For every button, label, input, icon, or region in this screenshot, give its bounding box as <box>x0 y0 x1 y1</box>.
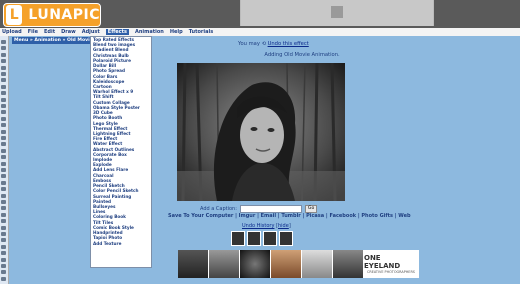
tool-icon[interactable] <box>1 212 6 217</box>
save-share-links[interactable]: Save To Your Computer | Imgur | Email | … <box>168 213 411 219</box>
tool-icon[interactable] <box>1 187 6 192</box>
tool-icon[interactable] <box>1 206 6 211</box>
one-eyeland-logo[interactable]: ONE EYELAND CREATIVE PHOTOGRAPHERS <box>364 250 419 278</box>
edited-photo[interactable] <box>177 63 345 201</box>
progress-message: Adding Old Movie Animation. <box>264 52 340 58</box>
tool-icon[interactable] <box>1 136 6 140</box>
caption-label: Add a Caption: <box>200 206 237 212</box>
tool-icon[interactable] <box>1 193 6 198</box>
tool-icon[interactable] <box>1 72 6 76</box>
ad-photo[interactable] <box>271 250 302 278</box>
tool-icon[interactable] <box>1 142 6 147</box>
menu-tutorials[interactable]: Tutorials <box>189 29 214 35</box>
menu-effects[interactable]: Effects <box>105 29 129 35</box>
tool-icon[interactable] <box>1 219 6 224</box>
menu-edit[interactable]: Edit <box>44 29 55 35</box>
ad-photo[interactable] <box>178 250 209 278</box>
ad-photo-strip: ONE EYELAND CREATIVE PHOTOGRAPHERS <box>178 250 419 278</box>
history-thumb[interactable] <box>231 231 245 246</box>
effects-dropdown-menu: Top Rated Effects Blend two images Gradien… <box>90 36 152 268</box>
tool-icon[interactable] <box>1 59 6 64</box>
eyeland-title: ONE EYELAND <box>364 254 401 270</box>
menu-animation[interactable]: Animation <box>135 29 164 35</box>
history-thumb[interactable] <box>263 231 277 246</box>
logo-text: LUNAPIC <box>28 7 100 23</box>
history-thumbnails <box>231 231 293 246</box>
ad-photo[interactable] <box>302 250 333 278</box>
tool-icon[interactable] <box>1 84 6 89</box>
tool-icon[interactable] <box>1 116 6 121</box>
undo-effect-link[interactable]: Undo this effect <box>268 41 309 47</box>
tool-sidebar <box>0 36 9 284</box>
tool-icon[interactable] <box>1 129 6 134</box>
tool-icon[interactable] <box>1 244 6 249</box>
tool-icon[interactable] <box>1 270 6 275</box>
ad-placeholder-icon <box>331 6 343 18</box>
ad-photo[interactable] <box>333 250 364 278</box>
tool-icon[interactable] <box>1 257 6 262</box>
tool-icon[interactable] <box>1 78 6 83</box>
lunapic-logo[interactable]: L LUNAPIC <box>3 3 101 27</box>
eyeland-subtitle: CREATIVE PHOTOGRAPHERS <box>367 270 415 274</box>
tool-icon[interactable] <box>1 168 6 172</box>
tool-icon[interactable] <box>1 180 6 185</box>
tool-icon[interactable] <box>1 155 6 160</box>
caption-row: Add a Caption: Go <box>200 205 318 213</box>
tool-icon[interactable] <box>1 104 6 108</box>
tool-icon[interactable] <box>1 40 6 44</box>
tool-icon[interactable] <box>1 276 6 281</box>
menu-bar: Upload File Edit Draw Adjust Effects Ani… <box>0 28 520 36</box>
status-line: You may ⟲ Undo this effect <box>238 41 309 47</box>
caption-go-button[interactable]: Go <box>304 205 318 213</box>
undo-history-row: Undo History [hide] <box>242 223 291 229</box>
tool-icon[interactable] <box>1 148 6 153</box>
menu-help[interactable]: Help <box>170 29 183 35</box>
hide-link[interactable]: hide <box>278 223 289 229</box>
status-prefix: You may <box>238 41 260 47</box>
menu-draw[interactable]: Draw <box>61 29 76 35</box>
photo-image <box>177 63 345 201</box>
tool-icon[interactable] <box>1 200 6 204</box>
history-thumb[interactable] <box>279 231 293 246</box>
tool-icon[interactable] <box>1 174 6 179</box>
menu-adjust[interactable]: Adjust <box>82 29 100 35</box>
tool-icon[interactable] <box>1 65 6 70</box>
tool-icon[interactable] <box>1 232 6 236</box>
tool-icon[interactable] <box>1 264 6 268</box>
menu-upload[interactable]: Upload <box>2 29 22 35</box>
advertisement-area[interactable] <box>240 0 434 26</box>
menu-file[interactable]: File <box>28 29 38 35</box>
tool-icon[interactable] <box>1 225 6 230</box>
tool-icon[interactable] <box>1 110 6 115</box>
ad-photo[interactable] <box>240 250 271 278</box>
history-thumb[interactable] <box>247 231 261 246</box>
tool-icon[interactable] <box>1 123 6 128</box>
logo-mark-icon: L <box>6 5 23 25</box>
undo-history-link[interactable]: Undo History <box>242 223 274 229</box>
tool-icon[interactable] <box>1 46 6 51</box>
tool-icon[interactable] <box>1 91 6 96</box>
top-banner: L LUNAPIC <box>0 0 520 28</box>
caption-input[interactable] <box>239 205 302 213</box>
tool-icon[interactable] <box>1 251 6 256</box>
tool-icon[interactable] <box>1 238 6 243</box>
tool-icon[interactable] <box>1 97 6 102</box>
undo-separator-close: ] <box>288 223 291 229</box>
progress-message-row: Adding Old Movie Animation. <box>0 52 520 58</box>
tool-icon[interactable] <box>1 161 6 166</box>
ad-photo[interactable] <box>209 250 240 278</box>
undo-icon: ⟲ <box>261 41 266 47</box>
effect-menu-item[interactable]: Add Texture <box>91 241 151 246</box>
